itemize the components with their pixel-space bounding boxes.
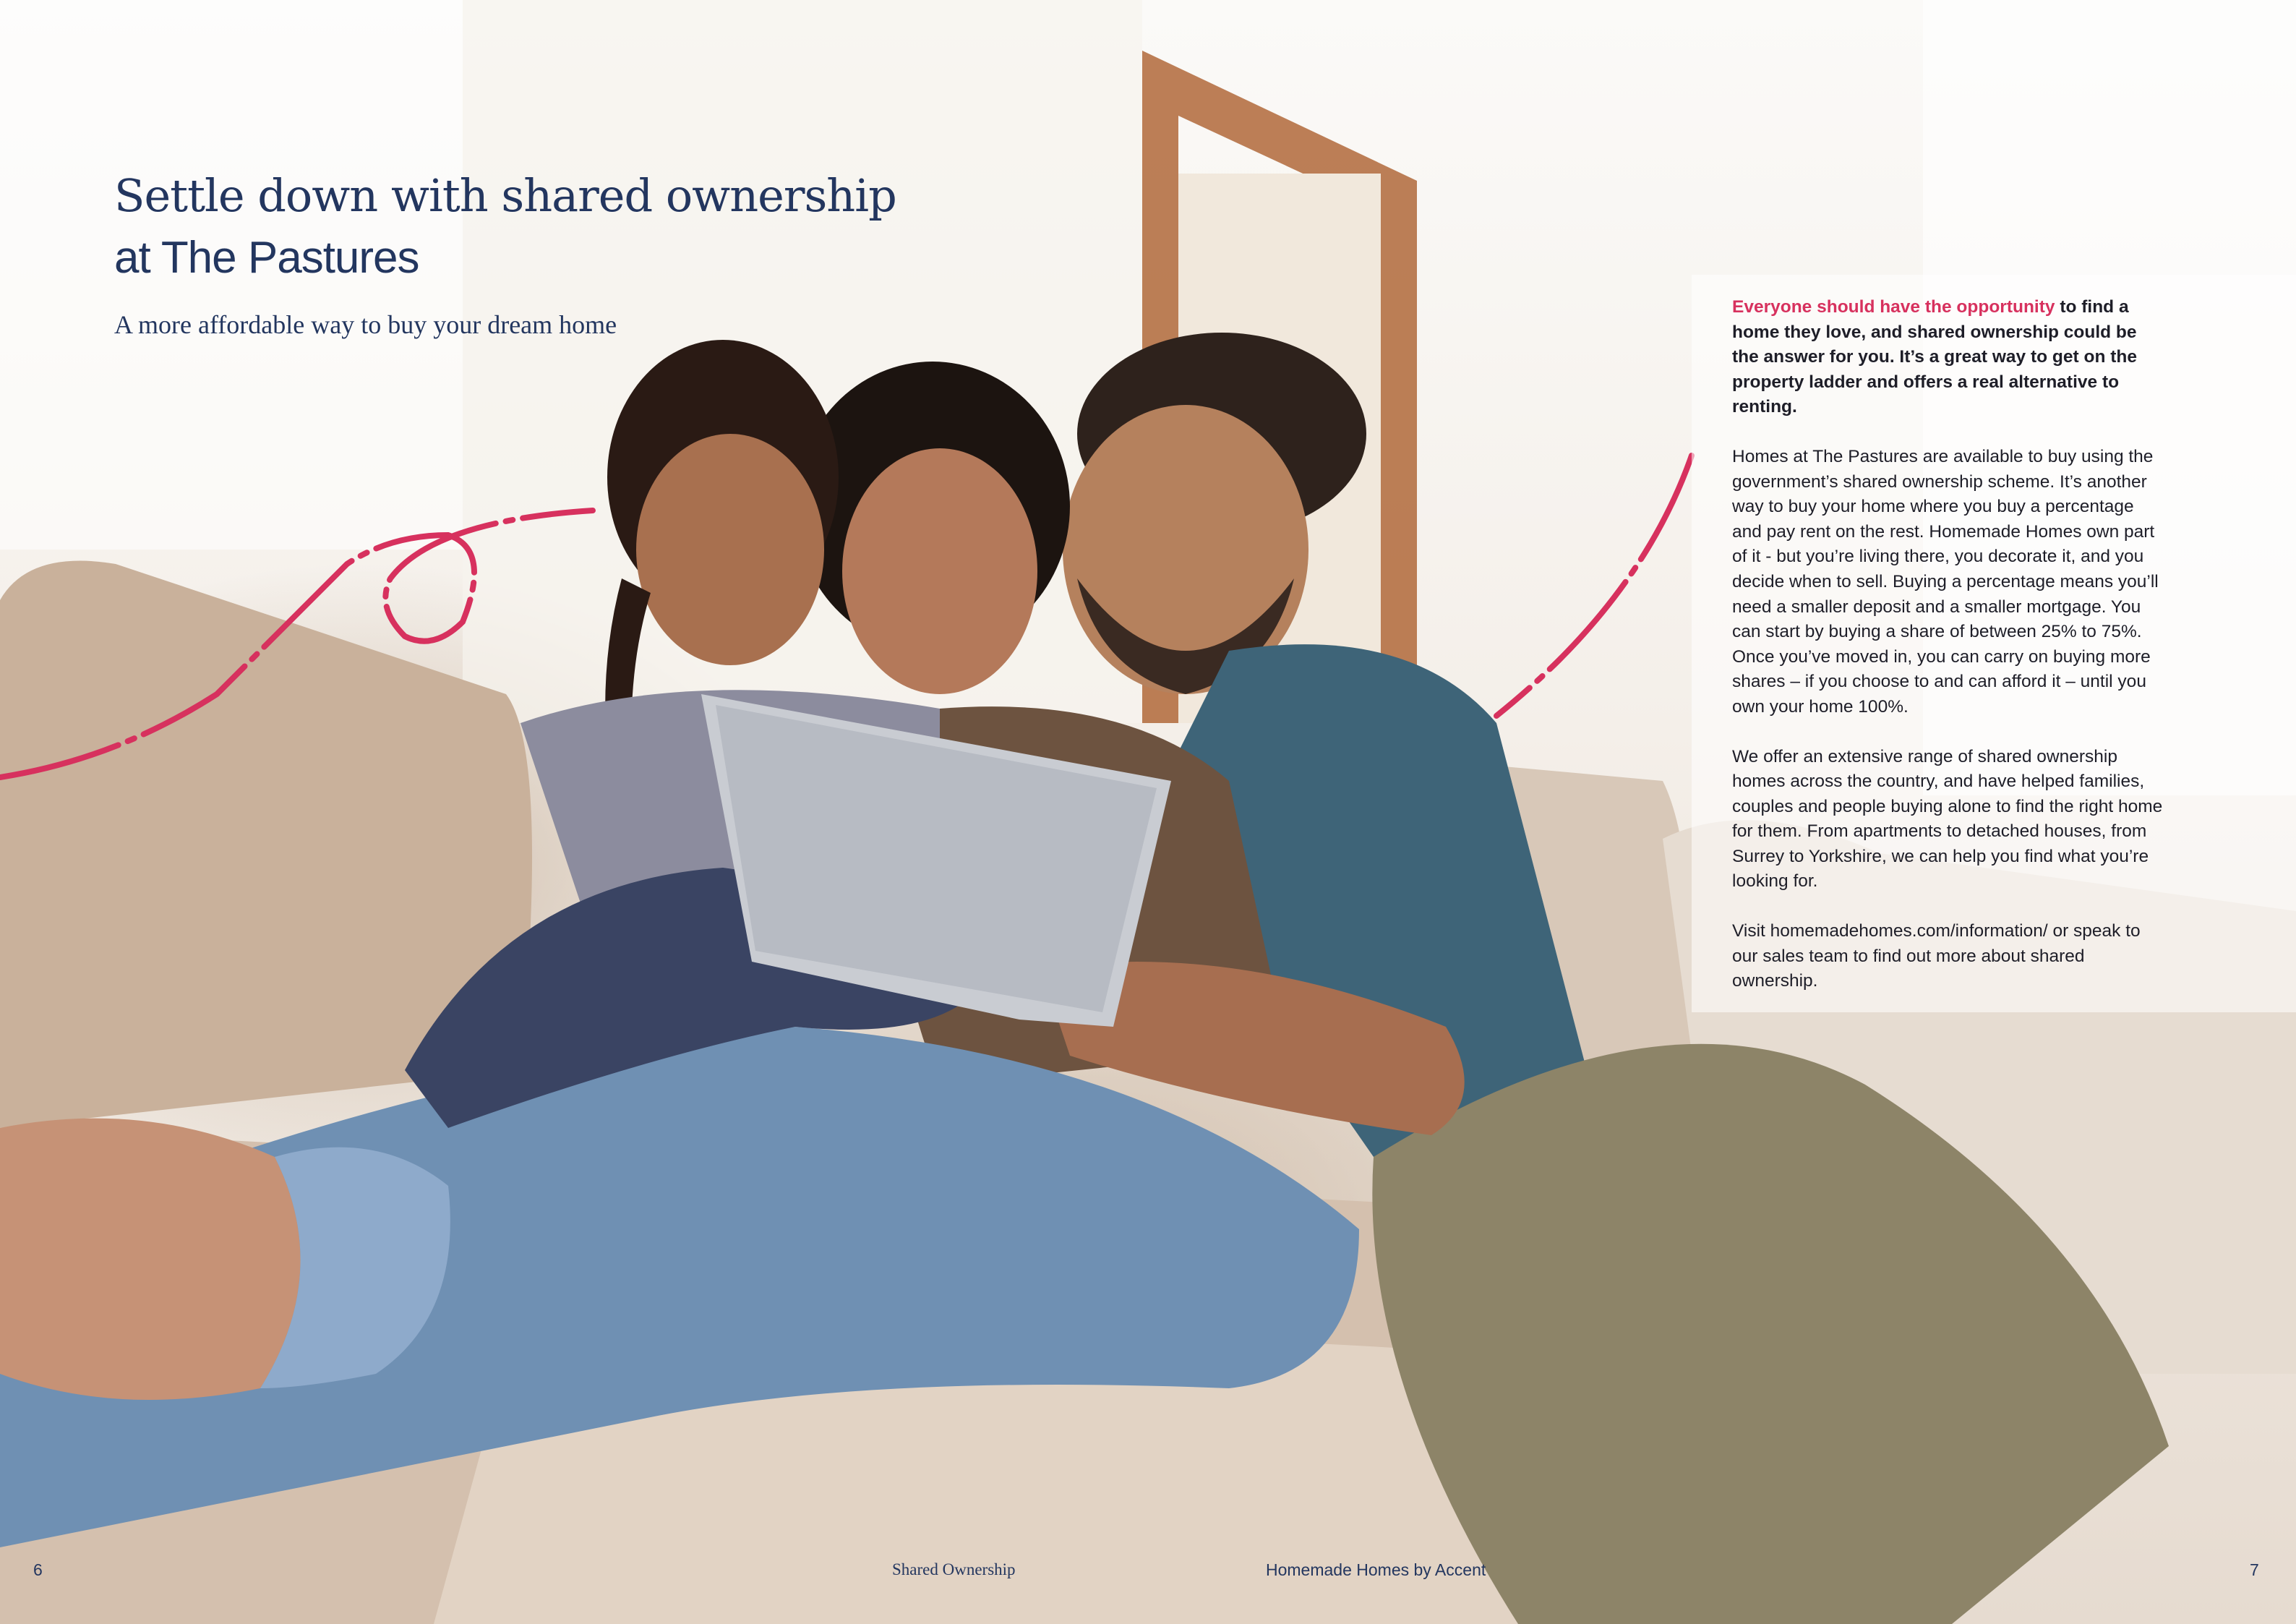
body-copy: Everyone should have the opportunity to … [1732,295,2166,1019]
subheading: A more affordable way to buy your dream … [114,310,617,339]
page-number-right: 7 [2250,1560,2259,1579]
body-paragraph-3: We offer an extensive range of shared ow… [1732,746,2163,892]
page-headline: Settle down with shared ownership at The… [114,165,897,289]
body-paragraph-2: Homes at The Pastures are available to b… [1732,446,2159,717]
footer-section-label: Shared Ownership [892,1560,1016,1578]
decorative-line-right [1494,453,1695,719]
page-number-left: 6 [33,1560,43,1579]
girl-face [636,434,824,665]
headline-line-1: Settle down with shared ownership [114,169,897,222]
footer-brand-label: Homemade Homes by Accent [1266,1560,1486,1579]
woman-foot [0,1118,301,1400]
intro-paragraph: Everyone should have the opportunity to … [1732,295,2166,420]
woman-face [842,448,1037,694]
body-paragraph-4: Visit homemadehomes.com/information/ or … [1732,921,2141,991]
brochure-spread: Settle down with shared ownership at The… [0,0,2296,1624]
headline-line-2: at The Pastures [114,233,420,283]
intro-highlight: Everyone should have the opportunity [1732,297,2055,317]
